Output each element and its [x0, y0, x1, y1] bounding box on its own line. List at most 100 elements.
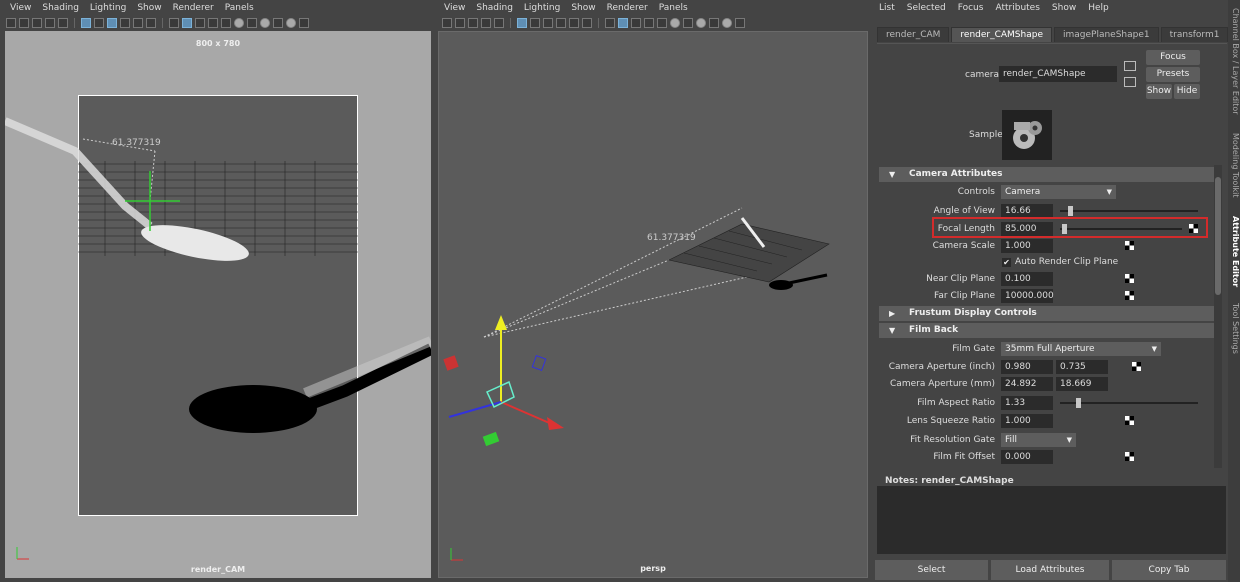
aperture-mm-y-field[interactable]: 18.669: [1056, 377, 1108, 391]
field-chart-icon[interactable]: [120, 17, 130, 28]
ae-menu-help[interactable]: Help: [1088, 3, 1109, 13]
resolution-gate-icon[interactable]: [530, 17, 540, 28]
left-viewport[interactable]: 800 x 780 61.377319 render_CAM: [5, 31, 431, 578]
motion-blur-icon[interactable]: [247, 17, 257, 28]
section-camera-attributes[interactable]: ▼ Camera Attributes: [879, 167, 1215, 182]
focus-output-icon[interactable]: [1124, 77, 1136, 87]
aperture-inch-y-field[interactable]: 0.735: [1056, 360, 1108, 374]
isolate-select-icon[interactable]: [722, 17, 732, 28]
show-button[interactable]: Show: [1146, 84, 1172, 99]
tab-channel-box[interactable]: Channel Box / Layer Editor: [1228, 6, 1240, 116]
textured-icon[interactable]: [195, 17, 205, 28]
depth-of-field-icon[interactable]: [709, 17, 719, 28]
menu-lighting[interactable]: Lighting: [90, 3, 126, 13]
safe-title-icon[interactable]: [582, 17, 592, 28]
slider-knob[interactable]: [1075, 398, 1081, 408]
lens-squeeze-map-icon[interactable]: [1125, 416, 1134, 425]
section-frustum-display[interactable]: ▶ Frustum Display Controls: [879, 306, 1215, 321]
near-clip-field[interactable]: 0.100: [1001, 272, 1053, 286]
grid-icon[interactable]: [494, 17, 504, 28]
film-aspect-field[interactable]: 1.33: [1001, 396, 1053, 410]
auto-clip-checkbox[interactable]: ✔: [1002, 258, 1011, 267]
hide-button[interactable]: Hide: [1174, 84, 1200, 99]
camera-name-field[interactable]: render_CAMShape: [999, 66, 1117, 82]
resolution-gate-icon[interactable]: [94, 17, 104, 28]
menu-show[interactable]: Show: [571, 3, 595, 13]
film-aspect-slider[interactable]: [1060, 398, 1198, 408]
menu-shading[interactable]: Shading: [42, 3, 79, 13]
tab-modeling-toolkit[interactable]: Modeling Toolkit: [1228, 125, 1240, 205]
angle-of-view-field[interactable]: 16.66: [1001, 204, 1053, 218]
lights-icon[interactable]: [644, 17, 654, 28]
fit-offset-map-icon[interactable]: [1125, 452, 1134, 461]
tab-render-camshape[interactable]: render_CAMShape: [951, 27, 1052, 42]
select-camera-icon[interactable]: [442, 17, 452, 28]
fit-offset-field[interactable]: 0.000: [1001, 450, 1053, 464]
menu-shading[interactable]: Shading: [476, 3, 513, 13]
film-gate-icon[interactable]: [81, 17, 91, 28]
tab-imageplaneshape1[interactable]: imagePlaneShape1: [1054, 27, 1159, 42]
camera-scale-map-icon[interactable]: [1125, 241, 1134, 250]
isolate-select-icon[interactable]: [286, 17, 296, 28]
focus-input-icon[interactable]: [1124, 61, 1136, 71]
shadows-icon[interactable]: [657, 17, 667, 28]
tab-transform1[interactable]: transform1: [1160, 27, 1229, 42]
depth-of-field-icon[interactable]: [273, 17, 283, 28]
menu-renderer[interactable]: Renderer: [173, 3, 214, 13]
load-attributes-button[interactable]: Load Attributes: [991, 560, 1109, 580]
camera-scale-field[interactable]: 1.000: [1001, 239, 1053, 253]
aperture-mm-x-field[interactable]: 24.892: [1001, 377, 1053, 391]
gate-mask-icon[interactable]: [107, 17, 117, 28]
field-chart-icon[interactable]: [556, 17, 566, 28]
lens-squeeze-field[interactable]: 1.000: [1001, 414, 1053, 428]
xray-icon[interactable]: [299, 17, 309, 28]
ae-menu-show[interactable]: Show: [1052, 3, 1076, 13]
grid-icon[interactable]: [58, 17, 68, 28]
smooth-shade-icon[interactable]: [182, 17, 192, 28]
safe-action-icon[interactable]: [133, 17, 143, 28]
gate-mask-icon[interactable]: [543, 17, 553, 28]
ae-scrollbar[interactable]: [1214, 165, 1222, 468]
menu-view[interactable]: View: [10, 3, 31, 13]
wireframe-icon[interactable]: [605, 17, 615, 28]
ae-menu-focus[interactable]: Focus: [958, 3, 984, 13]
slider-knob[interactable]: [1067, 206, 1073, 216]
tab-tool-settings[interactable]: Tool Settings: [1228, 298, 1240, 358]
section-film-back[interactable]: ▼ Film Back: [879, 323, 1215, 338]
select-camera-icon[interactable]: [6, 17, 16, 28]
fit-gate-dropdown[interactable]: Fill ▼: [1001, 433, 1076, 447]
select-button[interactable]: Select: [875, 560, 988, 580]
angle-of-view-slider[interactable]: [1060, 206, 1198, 216]
aperture-inch-x-field[interactable]: 0.980: [1001, 360, 1053, 374]
lights-icon[interactable]: [208, 17, 218, 28]
ambient-occlusion-icon[interactable]: [670, 17, 680, 28]
tab-attribute-editor[interactable]: Attribute Editor: [1228, 212, 1240, 292]
safe-action-icon[interactable]: [569, 17, 579, 28]
far-clip-field[interactable]: 10000.000: [1001, 289, 1054, 303]
camera-attributes-icon[interactable]: [455, 17, 465, 28]
menu-panels[interactable]: Panels: [225, 3, 254, 13]
motion-blur-icon[interactable]: [683, 17, 693, 28]
controls-dropdown[interactable]: Camera ▼: [1001, 185, 1116, 199]
menu-show[interactable]: Show: [137, 3, 161, 13]
menu-panels[interactable]: Panels: [659, 3, 688, 13]
focus-button[interactable]: Focus: [1146, 50, 1200, 65]
near-clip-map-icon[interactable]: [1125, 274, 1134, 283]
wireframe-icon[interactable]: [169, 17, 179, 28]
ae-menu-list[interactable]: List: [879, 3, 895, 13]
right-viewport[interactable]: 61.377319 persp: [438, 31, 868, 578]
tab-render-cam[interactable]: render_CAM: [877, 27, 950, 42]
ambient-occlusion-icon[interactable]: [234, 17, 244, 28]
camera-attributes-icon[interactable]: [19, 17, 29, 28]
antialiasing-icon[interactable]: [260, 17, 270, 28]
film-gate-dropdown[interactable]: 35mm Full Aperture ▼: [1001, 342, 1161, 356]
ae-menu-selected[interactable]: Selected: [907, 3, 946, 13]
ae-attribute-list[interactable]: ▼ Camera Attributes Controls Camera ▼ An…: [877, 165, 1222, 468]
bookmark-icon[interactable]: [468, 17, 478, 28]
image-plane-icon[interactable]: [45, 17, 55, 28]
aperture-inch-map-icon[interactable]: [1132, 362, 1141, 371]
ae-menu-attributes[interactable]: Attributes: [995, 3, 1039, 13]
film-gate-icon[interactable]: [517, 17, 527, 28]
textured-icon[interactable]: [631, 17, 641, 28]
image-plane-icon[interactable]: [481, 17, 491, 28]
